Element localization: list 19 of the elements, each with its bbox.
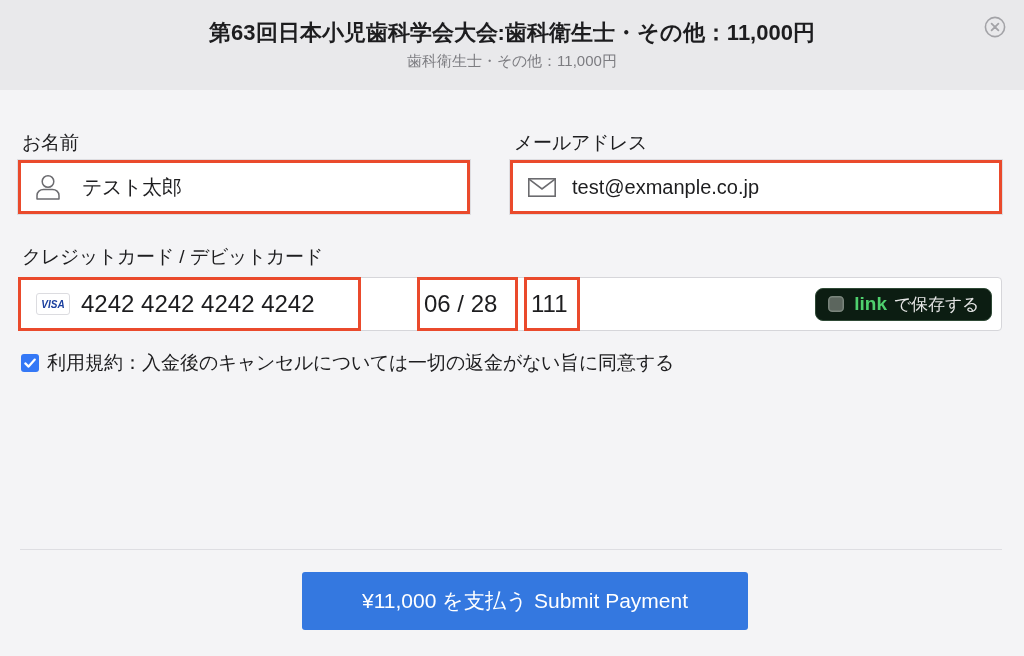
- submit-payment-button[interactable]: ¥11,000 を支払う Submit Payment: [302, 572, 748, 630]
- field-label: クレジットカード / デビットカード: [21, 245, 323, 269]
- expiry-field[interactable]: 06 / 28: [417, 277, 518, 331]
- email-field[interactable]: test@exmanple.co.jp: [510, 160, 1002, 214]
- cvc-field[interactable]: 111: [524, 277, 580, 331]
- terms-text: 利用規約：入金後のキャンセルについては一切の返金がない旨に同意する: [47, 351, 674, 375]
- envelope-icon: [528, 177, 556, 197]
- dialog-title: 第63回日本小児歯科学会大会:歯科衛生士・その他：11,000円: [209, 19, 815, 47]
- card-number-field[interactable]: VISA 4242 4242 4242 4242: [18, 277, 361, 331]
- field-label: メールアドレス: [513, 131, 647, 155]
- dialog-subtitle: 歯科衛生士・その他：11,000円: [407, 51, 617, 71]
- checkbox[interactable]: [21, 354, 39, 372]
- person-icon: [36, 174, 60, 200]
- save-with-link-toggle[interactable]: link で保存する: [815, 287, 992, 321]
- card-brand-logo: VISA: [36, 293, 70, 315]
- name-field[interactable]: テスト太郎: [18, 160, 470, 214]
- close-icon[interactable]: [984, 16, 1006, 38]
- field-label: お名前: [21, 131, 79, 155]
- checkbox-icon[interactable]: [828, 296, 845, 312]
